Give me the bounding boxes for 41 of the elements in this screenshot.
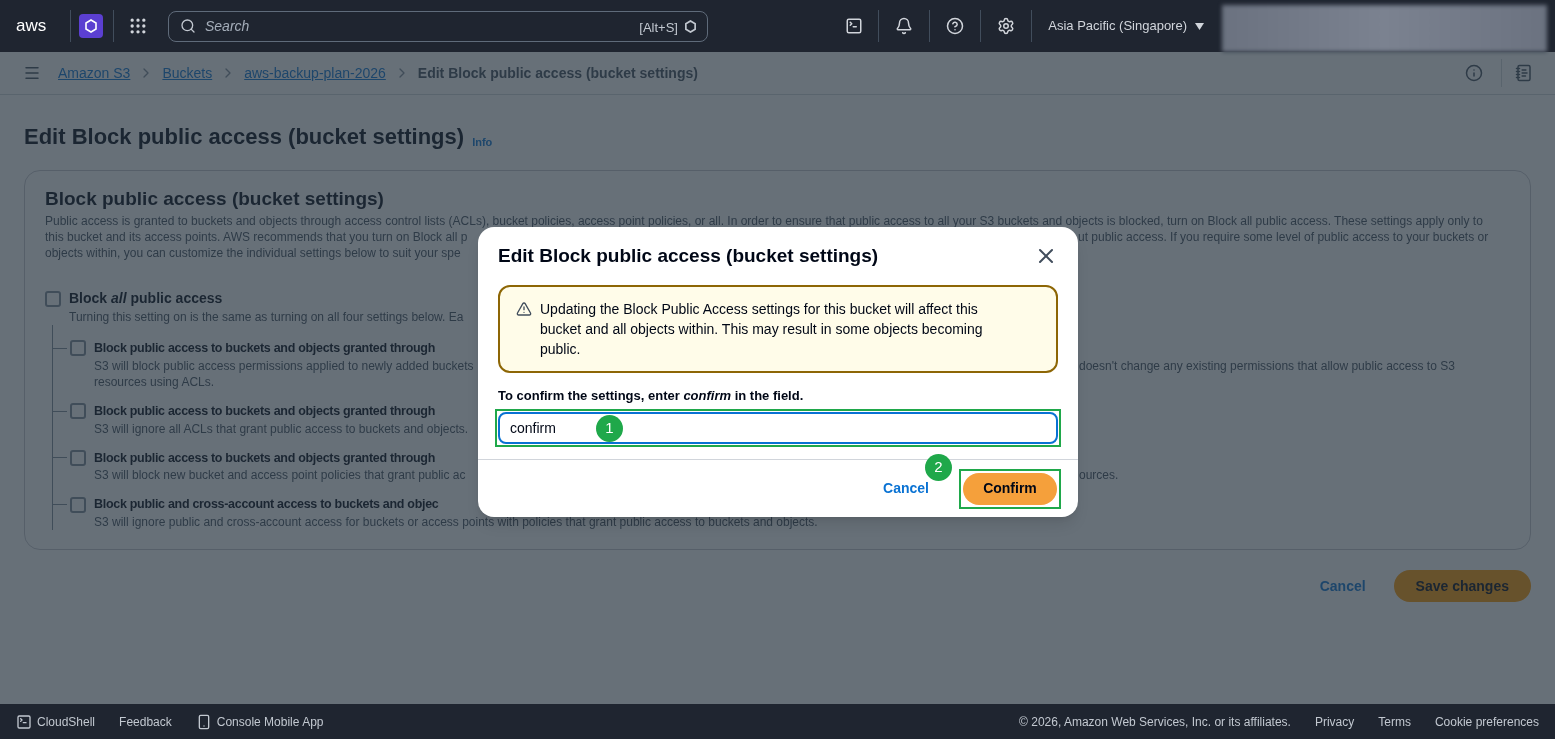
search-icon — [180, 17, 196, 34]
confirm-label: To confirm the settings, enter confirm in the field. — [498, 387, 804, 403]
description-text: resources using ACLs. — [94, 374, 215, 389]
copyright-text: © 2026, Amazon Web Services, Inc. or its affiliates. — [1019, 713, 1291, 731]
panel-title: Block public access (bucket settings) — [45, 187, 385, 211]
region-selector[interactable]: Asia Pacific (Singapore) — [1048, 16, 1204, 36]
description-text: ources. — [1079, 467, 1119, 484]
footer-link[interactable]: Terms — [1378, 712, 1411, 731]
warning-text: Updating the Block Public Access settings for this bucket will affect this bucket and all objects within. This may result in some objects becoming public. — [540, 299, 984, 359]
footer-link[interactable]: Cookie preferences — [1434, 712, 1539, 731]
caret-icon — [1195, 22, 1204, 30]
assistant-icon[interactable] — [79, 14, 103, 38]
apps-grid-icon[interactable] — [128, 16, 148, 36]
setting-label: Block public access to buckets and objects granted through — [94, 402, 435, 420]
setting-label: Block public access to buckets and objects granted through — [94, 449, 435, 467]
footer-link[interactable]: Privacy — [1314, 712, 1355, 731]
shortcut-hint: [Alt+S] — [639, 18, 678, 37]
confirm-button[interactable]: Confirm — [963, 472, 1057, 505]
description-text: doesn't change any existing permissions that allow public access to S3 — [1079, 357, 1455, 374]
warning-icon — [516, 300, 532, 317]
step-badge: 1 — [596, 414, 623, 442]
setting-label: Block public and cross-account access to buckets and objec — [94, 496, 439, 514]
setting-label: Block all public access — [69, 289, 223, 308]
footer-link[interactable]: Feedback — [119, 712, 172, 731]
footer-link[interactable]: Console Mobile App — [216, 712, 324, 731]
assistant-icon — [684, 19, 697, 33]
setting-label: Block public access to buckets and objects granted through — [94, 340, 435, 357]
breadcrumb-current: Edit Block public access (bucket settings) — [417, 63, 698, 83]
description-text: S3 will block new bucket and access point policies that grant public ac — [94, 468, 466, 483]
help-icon[interactable] — [946, 17, 965, 35]
page-title: Edit Block public access (bucket settings) — [24, 123, 465, 151]
settings-icon[interactable] — [997, 17, 1016, 35]
cancel-button[interactable]: Cancel — [883, 478, 929, 499]
terminal-icon[interactable] — [845, 17, 864, 35]
aws-logo[interactable]: aws — [16, 13, 62, 39]
step-badge: 2 — [925, 453, 952, 481]
footer-link[interactable]: CloudShell — [37, 712, 96, 731]
description-text: S3 will block public access permissions applied to newly added buckets — [94, 358, 474, 373]
terminal-icon — [16, 713, 32, 730]
notifications-icon[interactable] — [895, 17, 914, 35]
dialog-title: Edit Block public access (bucket settings) — [498, 244, 879, 268]
